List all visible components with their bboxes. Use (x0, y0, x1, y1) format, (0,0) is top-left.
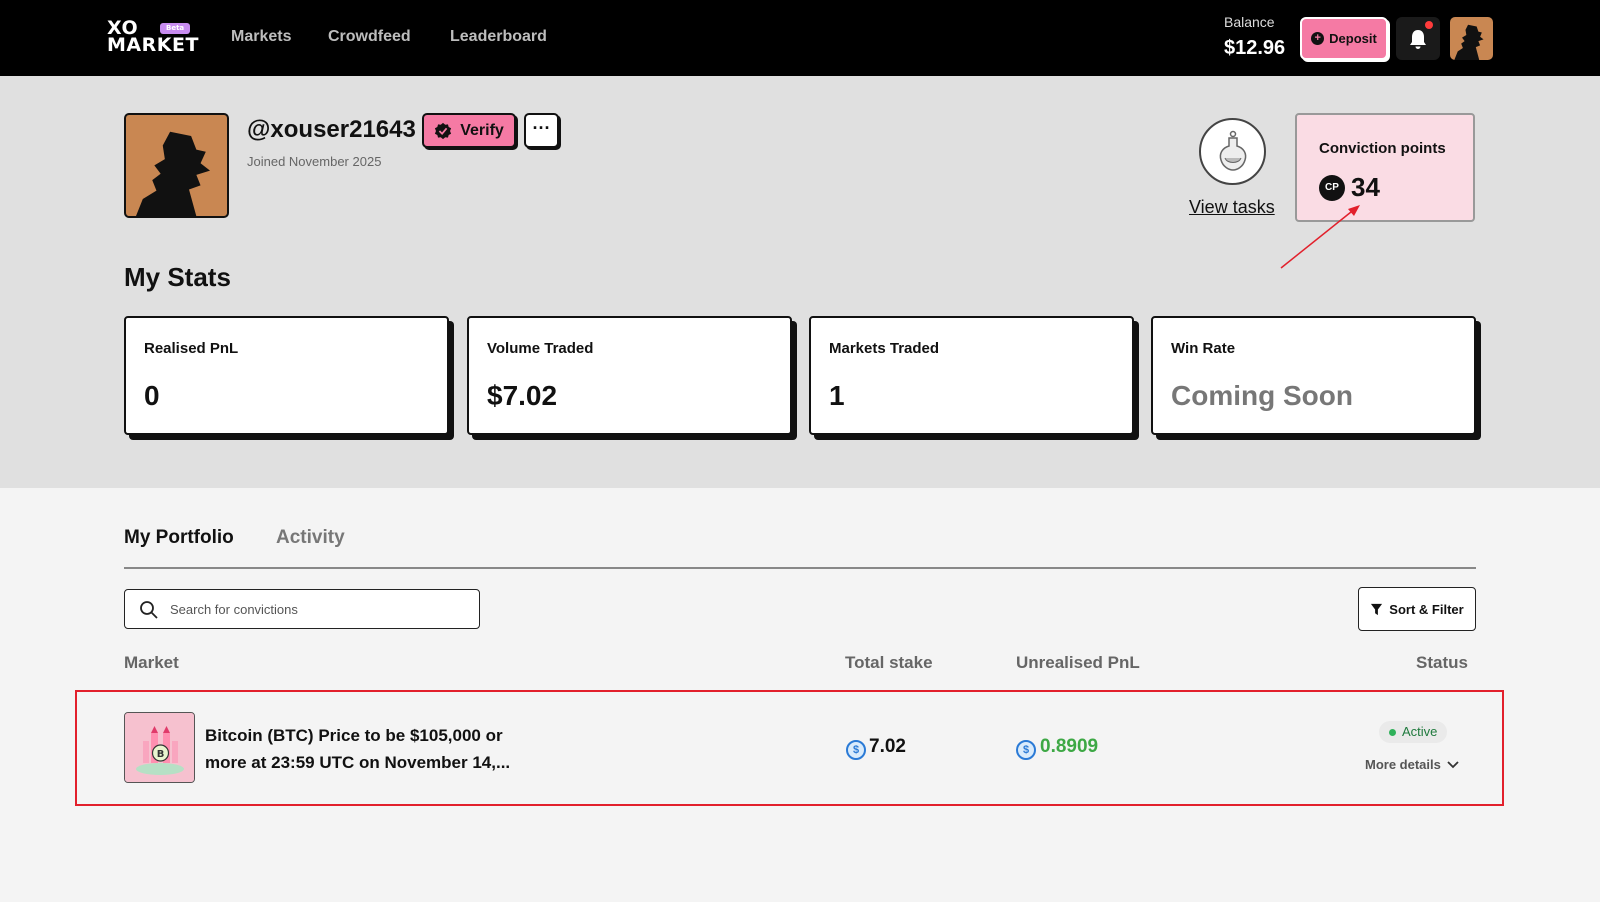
filter-icon (1371, 603, 1383, 615)
annotation-arrow (1280, 205, 1360, 269)
flask-icon (1219, 130, 1246, 171)
stat-value: Coming Soon (1171, 380, 1353, 411)
my-stats-heading: My Stats (124, 262, 231, 292)
verify-button[interactable]: Verify (422, 113, 516, 148)
unrealised-pnl-value: 0.8909 (1040, 736, 1099, 757)
avatar-silhouette-icon (136, 131, 210, 216)
stat-value: $7.02 (487, 380, 558, 411)
balance-label: Balance (1224, 14, 1275, 30)
nav-crowdfeed[interactable]: Crowdfeed (328, 28, 411, 46)
sort-filter-label: Sort & Filter (1389, 601, 1464, 617)
nav-markets[interactable]: Markets (231, 28, 291, 46)
usdc-coin-icon: $ (1016, 740, 1036, 760)
search-input[interactable]: Search for convictions (124, 589, 480, 629)
avatar-silhouette-icon (1454, 24, 1484, 60)
stat-card-markets-traded: Markets Traded 1 (809, 316, 1134, 435)
logo-line-2: MARKET (107, 34, 199, 56)
profile-avatar (124, 113, 229, 218)
market-title[interactable]: Bitcoin (BTC) Price to be $105,000 or mo… (205, 722, 535, 776)
bell-icon (1410, 29, 1426, 49)
plus-icon: + (1311, 32, 1325, 45)
column-header-total-stake: Total stake (845, 653, 933, 672)
stat-card-volume-traded: Volume Traded $7.02 (467, 316, 792, 435)
search-placeholder: Search for convictions (170, 602, 298, 617)
view-tasks-link[interactable]: View tasks (1189, 197, 1275, 218)
balance-value: $12.96 (1224, 37, 1286, 59)
conviction-points-title: Conviction points (1319, 140, 1446, 157)
status-label: Active (1402, 724, 1438, 739)
sort-filter-button[interactable]: Sort & Filter (1358, 587, 1476, 631)
verified-badge-icon (435, 122, 452, 139)
cp-coin-icon: CP (1319, 175, 1345, 201)
status-badge: Active (1379, 721, 1448, 743)
profile-username: @xouser21643 (247, 116, 416, 143)
deposit-label: Deposit (1329, 31, 1377, 46)
chevron-down-icon (1447, 760, 1459, 768)
tab-activity[interactable]: Activity (276, 527, 345, 549)
stat-label: Win Rate (1171, 340, 1236, 357)
stat-label: Volume Traded (487, 340, 594, 357)
deposit-button[interactable]: + Deposit (1300, 17, 1388, 60)
more-details-toggle[interactable]: More details (1365, 757, 1459, 772)
joined-date: Joined November 2025 (247, 154, 382, 169)
tasks-icon-button[interactable] (1199, 118, 1266, 185)
xo-market-logo[interactable]: XO MARKET Beta (107, 19, 199, 56)
bitcoin-castle-image: B (125, 713, 194, 782)
market-thumbnail[interactable]: B (124, 712, 195, 783)
notifications-button[interactable] (1396, 17, 1440, 60)
stat-value: 1 (829, 380, 845, 411)
total-stake-value: 7.02 (869, 736, 906, 757)
usdc-coin-icon: $ (846, 740, 866, 760)
top-nav-bar: XO MARKET Beta Markets Crowdfeed Leaderb… (0, 0, 1600, 76)
stat-value: 0 (144, 380, 160, 411)
nav-leaderboard[interactable]: Leaderboard (450, 28, 547, 46)
status-dot (1389, 728, 1396, 736)
verify-label: Verify (460, 121, 504, 139)
column-header-unrealised-pnl: Unrealised PnL (1016, 653, 1140, 672)
stat-label: Markets Traded (829, 340, 940, 357)
user-avatar-menu[interactable] (1450, 17, 1493, 60)
tab-divider (124, 567, 1476, 569)
search-icon (140, 601, 158, 619)
stat-label: Realised PnL (144, 340, 239, 357)
stat-card-win-rate: Win Rate Coming Soon (1151, 316, 1476, 435)
conviction-points-value: 34 (1351, 172, 1380, 202)
stat-card-realised-pnl: Realised PnL 0 (124, 316, 449, 435)
tab-my-portfolio[interactable]: My Portfolio (124, 527, 234, 549)
beta-badge: Beta (160, 23, 191, 34)
more-details-label: More details (1365, 757, 1441, 772)
column-header-market: Market (124, 653, 179, 672)
svg-text:B: B (157, 749, 165, 760)
notification-dot (1425, 21, 1433, 29)
more-options-button[interactable]: ··· (524, 113, 559, 148)
column-header-status: Status (1416, 653, 1468, 672)
